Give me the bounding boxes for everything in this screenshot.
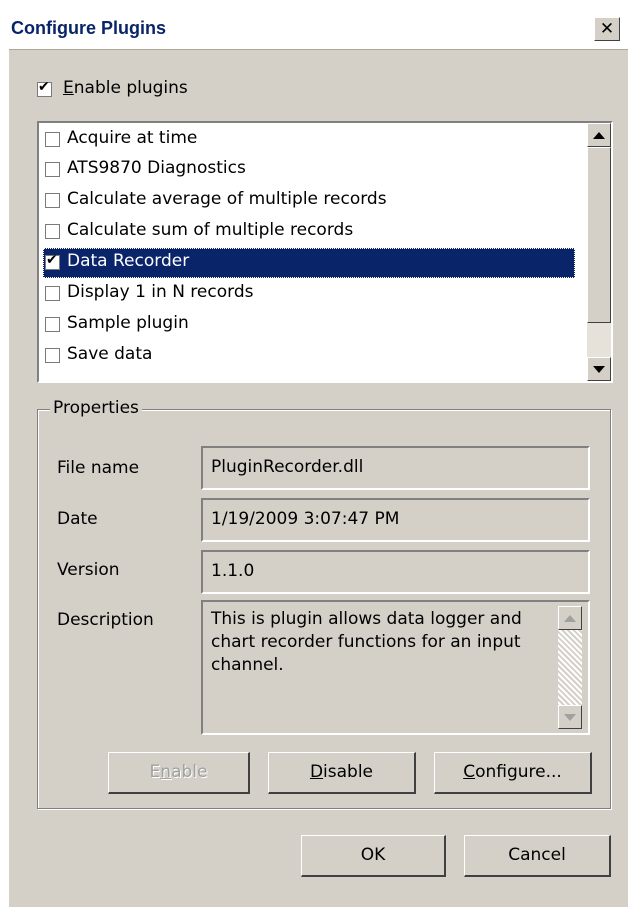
mnemonic-n: n	[160, 762, 172, 782]
enable-button-rest: able	[171, 762, 208, 782]
close-icon: ✕	[599, 19, 615, 39]
plugin-label: ATS9870 Diagnostics	[67, 158, 246, 178]
list-item[interactable]: ATS9870 Diagnostics	[43, 155, 575, 185]
arrow-up-icon	[593, 132, 605, 139]
mnemonic-c: C	[463, 762, 476, 782]
plugin-label: Display 1 in N records	[67, 282, 254, 302]
file-name-field: PluginRecorder.dll	[201, 446, 590, 490]
date-value: 1/19/2009 3:07:47 PM	[211, 509, 400, 529]
desc-scroll-up-button	[558, 606, 582, 630]
date-label: Date	[57, 509, 98, 529]
ok-button[interactable]: OK	[301, 835, 446, 877]
description-label: Description	[57, 610, 154, 630]
version-label: Version	[57, 560, 120, 580]
date-field: 1/19/2009 3:07:47 PM	[201, 498, 590, 542]
desc-scroll-down-button	[558, 705, 582, 729]
file-name-label: File name	[57, 458, 140, 478]
enable-plugins-label: Enable plugins	[63, 78, 188, 98]
plugin-label: Calculate sum of multiple records	[67, 220, 354, 240]
plugin-label: Sample plugin	[67, 313, 189, 333]
title-bar: Configure Plugins ✕	[9, 11, 628, 50]
plugin-checkbox[interactable]	[45, 286, 60, 301]
description-field: This is plugin allows data logger and ch…	[201, 600, 590, 735]
description-text: This is plugin allows data logger and ch…	[211, 609, 522, 675]
disable-plugin-button[interactable]: Disable	[268, 752, 416, 794]
plugin-list[interactable]: Acquire at time ATS9870 Diagnostics Calc…	[37, 121, 613, 383]
cancel-button[interactable]: Cancel	[464, 835, 611, 877]
plugin-checkbox[interactable]	[45, 132, 60, 147]
cancel-label: Cancel	[508, 845, 566, 865]
list-item[interactable]: Acquire at time	[43, 125, 575, 155]
properties-group: Properties File name PluginRecorder.dll …	[37, 398, 611, 809]
list-item[interactable]: Calculate sum of multiple records	[43, 217, 575, 247]
arrow-down-icon	[593, 366, 605, 373]
plugin-checkbox[interactable]	[45, 162, 60, 177]
plugin-checkbox[interactable]	[45, 317, 60, 332]
close-button[interactable]: ✕	[594, 17, 620, 41]
list-item[interactable]: Sample plugin	[43, 310, 575, 340]
list-item[interactable]: Save data	[43, 341, 575, 371]
mnemonic-e: E	[63, 78, 74, 98]
plugin-label: Save data	[67, 344, 153, 364]
plugin-label: Calculate average of multiple records	[67, 189, 387, 209]
properties-title: Properties	[50, 398, 142, 418]
disable-button-rest: isable	[323, 762, 374, 782]
configure-button-rest: onfigure...	[475, 762, 562, 782]
enable-plugin-button: Enable	[108, 752, 250, 794]
plugin-checkbox[interactable]	[45, 252, 60, 270]
list-item[interactable]: Display 1 in N records	[43, 279, 575, 309]
arrow-up-icon	[564, 615, 576, 622]
version-field: 1.1.0	[201, 550, 590, 594]
file-name-value: PluginRecorder.dll	[211, 457, 364, 477]
scroll-up-button[interactable]	[587, 123, 611, 147]
plugin-checkbox[interactable]	[45, 348, 60, 363]
plugin-label: Data Recorder	[67, 251, 190, 271]
scroll-down-button[interactable]	[587, 357, 611, 381]
scroll-thumb[interactable]	[587, 147, 611, 323]
mnemonic-prefix: E	[149, 762, 161, 782]
list-item-selected[interactable]: Data Recorder	[43, 248, 575, 278]
checkbox-icon[interactable]	[37, 79, 52, 97]
description-scrollbar	[558, 606, 582, 729]
version-value: 1.1.0	[211, 561, 255, 581]
configure-plugin-button[interactable]: Configure...	[434, 752, 592, 794]
plugin-label: Acquire at time	[67, 128, 198, 148]
configure-plugins-dialog: Configure Plugins ✕ Enable plugins Acqui…	[9, 11, 628, 907]
arrow-down-icon	[564, 714, 576, 721]
plugin-checkbox[interactable]	[45, 224, 60, 239]
list-scrollbar[interactable]	[587, 123, 611, 381]
plugin-checkbox[interactable]	[45, 193, 60, 208]
list-item[interactable]: Calculate average of multiple records	[43, 186, 575, 216]
dialog-title: Configure Plugins	[11, 18, 166, 38]
mnemonic-d: D	[309, 762, 324, 782]
enable-plugins-label-rest: nable plugins	[73, 78, 188, 98]
ok-label: OK	[360, 845, 386, 865]
